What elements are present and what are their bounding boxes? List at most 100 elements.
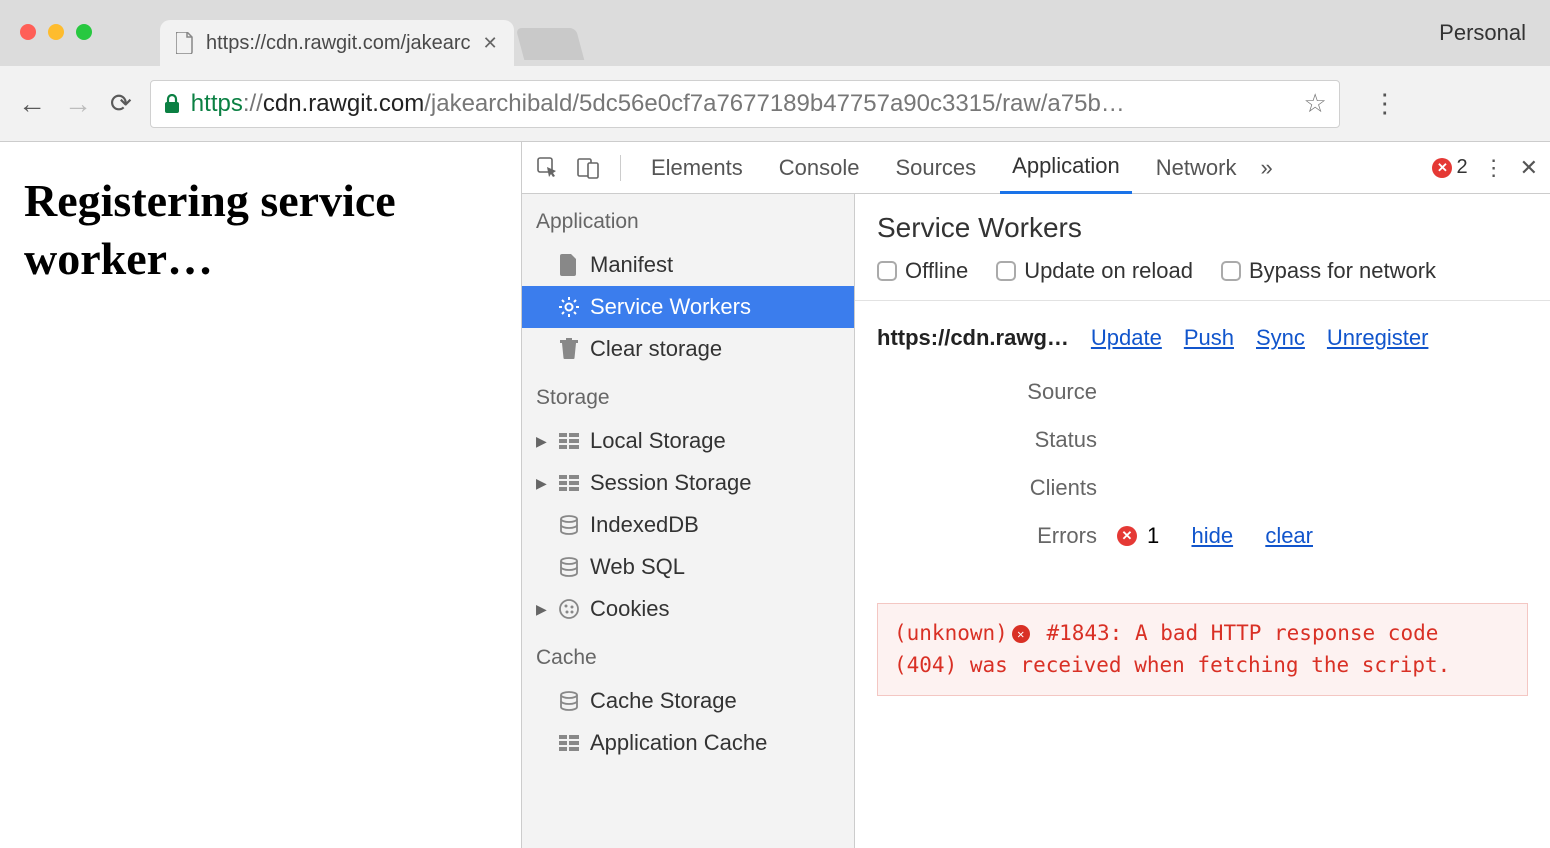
error-message-box: (unknown)✕ #1843: A bad HTTP response co… bbox=[877, 603, 1528, 696]
sidebar-item-label: Application Cache bbox=[590, 730, 767, 756]
devtools-tabbar: Elements Console Sources Application Net… bbox=[522, 142, 1550, 194]
bookmark-star-icon[interactable]: ☆ bbox=[1303, 88, 1326, 119]
lock-icon bbox=[163, 94, 181, 114]
database-icon bbox=[558, 690, 580, 712]
expand-triangle-icon[interactable]: ▶ bbox=[536, 433, 548, 450]
offline-checkbox[interactable]: Offline bbox=[877, 258, 968, 284]
forward-button[interactable]: → bbox=[64, 88, 92, 120]
bypass-for-network-checkbox[interactable]: Bypass for network bbox=[1221, 258, 1436, 284]
service-worker-properties: Source Status Clients Errors ✕ 1 hide cl… bbox=[957, 379, 1528, 549]
database-icon bbox=[558, 514, 580, 536]
error-indicator[interactable]: ✕ 2 bbox=[1432, 156, 1467, 179]
file-icon bbox=[558, 254, 580, 276]
sidebar-item-cache-storage[interactable]: Cache Storage bbox=[522, 680, 854, 722]
clear-errors-link[interactable]: clear bbox=[1265, 523, 1313, 549]
tab-close-icon[interactable]: ✕ bbox=[483, 33, 498, 54]
status-label: Status bbox=[957, 427, 1097, 453]
inspect-element-icon[interactable] bbox=[534, 154, 562, 182]
sidebar-item-label: Service Workers bbox=[590, 294, 751, 320]
trash-icon bbox=[558, 338, 580, 360]
browser-tabs: https://cdn.rawgit.com/jakearc ✕ bbox=[160, 0, 580, 66]
devtools-body: Application Manifest Service Workers Cle… bbox=[522, 194, 1550, 848]
source-label: Source bbox=[957, 379, 1097, 405]
error-source: (unknown) bbox=[894, 621, 1008, 645]
device-toolbar-icon[interactable] bbox=[574, 154, 602, 182]
sidebar-section-cache: Cache bbox=[522, 630, 854, 680]
sidebar-item-manifest[interactable]: Manifest bbox=[522, 244, 854, 286]
update-on-reload-checkbox[interactable]: Update on reload bbox=[996, 258, 1193, 284]
error-count: 1 bbox=[1147, 523, 1159, 549]
traffic-lights bbox=[20, 24, 92, 40]
sidebar-item-label: Cookies bbox=[590, 596, 669, 622]
sidebar-item-websql[interactable]: Web SQL bbox=[522, 546, 854, 588]
devtools-close-icon[interactable]: ✕ bbox=[1520, 155, 1538, 181]
profile-label[interactable]: Personal bbox=[1439, 20, 1526, 46]
close-window-button[interactable] bbox=[20, 24, 36, 40]
sidebar-item-local-storage[interactable]: ▶ Local Storage bbox=[522, 420, 854, 462]
sidebar-item-label: Cache Storage bbox=[590, 688, 737, 714]
window-titlebar: https://cdn.rawgit.com/jakearc ✕ Persona… bbox=[0, 0, 1550, 66]
sidebar-item-service-workers[interactable]: Service Workers bbox=[522, 286, 854, 328]
service-worker-origin: https://cdn.rawg… bbox=[877, 325, 1069, 351]
pane-title: Service Workers bbox=[855, 194, 1550, 258]
devtools-tab-network[interactable]: Network bbox=[1144, 142, 1249, 194]
separator bbox=[620, 155, 621, 181]
sidebar-item-application-cache[interactable]: Application Cache bbox=[522, 722, 854, 764]
database-icon bbox=[558, 556, 580, 578]
sidebar-item-session-storage[interactable]: ▶ Session Storage bbox=[522, 462, 854, 504]
page-viewport: Registering service worker… bbox=[0, 142, 521, 848]
devtools-tab-console[interactable]: Console bbox=[767, 142, 872, 194]
sidebar-item-label: Local Storage bbox=[590, 428, 726, 454]
maximize-window-button[interactable] bbox=[76, 24, 92, 40]
browser-tab[interactable]: https://cdn.rawgit.com/jakearc ✕ bbox=[160, 20, 514, 66]
sidebar-section-storage: Storage bbox=[522, 370, 854, 420]
devtools-tab-application[interactable]: Application bbox=[1000, 142, 1132, 194]
sync-link[interactable]: Sync bbox=[1256, 325, 1305, 351]
sidebar-item-label: Manifest bbox=[590, 252, 673, 278]
page-heading: Registering service worker… bbox=[24, 172, 497, 287]
sidebar-item-cookies[interactable]: ▶ Cookies bbox=[522, 588, 854, 630]
error-icon: ✕ bbox=[1117, 526, 1137, 546]
clients-label: Clients bbox=[957, 475, 1097, 501]
browser-menu-button[interactable]: ⋮ bbox=[1372, 88, 1398, 119]
reload-button[interactable]: ⟳ bbox=[110, 88, 132, 119]
sidebar-item-label: Clear storage bbox=[590, 336, 722, 362]
new-tab-button[interactable] bbox=[515, 28, 584, 60]
update-link[interactable]: Update bbox=[1091, 325, 1162, 351]
service-worker-actions-row: https://cdn.rawg… Update Push Sync Unreg… bbox=[877, 325, 1528, 351]
browser-toolbar: ← → ⟳ https://cdn.rawgit.com/jakearchiba… bbox=[0, 66, 1550, 142]
sidebar-item-label: IndexedDB bbox=[590, 512, 699, 538]
unregister-link[interactable]: Unregister bbox=[1327, 325, 1428, 351]
content-area: Registering service worker… Elements Con… bbox=[0, 142, 1550, 848]
sidebar-item-indexeddb[interactable]: IndexedDB bbox=[522, 504, 854, 546]
application-sidebar: Application Manifest Service Workers Cle… bbox=[522, 194, 855, 848]
expand-triangle-icon[interactable]: ▶ bbox=[536, 601, 548, 618]
errors-label: Errors bbox=[957, 523, 1097, 549]
devtools-settings-icon[interactable]: ⋮ bbox=[1480, 154, 1508, 182]
hide-errors-link[interactable]: hide bbox=[1191, 523, 1233, 549]
service-worker-detail: https://cdn.rawg… Update Push Sync Unreg… bbox=[855, 301, 1550, 585]
sidebar-section-application: Application bbox=[522, 194, 854, 244]
grid-icon bbox=[558, 472, 580, 494]
tab-title: https://cdn.rawgit.com/jakearc bbox=[206, 32, 471, 55]
sidebar-item-clear-storage[interactable]: Clear storage bbox=[522, 328, 854, 370]
back-button[interactable]: ← bbox=[18, 88, 46, 120]
expand-triangle-icon[interactable]: ▶ bbox=[536, 475, 548, 492]
service-workers-pane: Service Workers Offline Update on reload… bbox=[855, 194, 1550, 848]
more-tabs-icon[interactable]: » bbox=[1260, 155, 1272, 181]
grid-icon bbox=[558, 732, 580, 754]
minimize-window-button[interactable] bbox=[48, 24, 64, 40]
grid-icon bbox=[558, 430, 580, 452]
file-icon bbox=[176, 32, 194, 54]
devtools-tab-elements[interactable]: Elements bbox=[639, 142, 755, 194]
service-worker-options: Offline Update on reload Bypass for netw… bbox=[855, 258, 1550, 301]
url-text: https://cdn.rawgit.com/jakearchibald/5dc… bbox=[191, 90, 1125, 118]
address-bar[interactable]: https://cdn.rawgit.com/jakearchibald/5dc… bbox=[150, 80, 1340, 128]
devtools-tab-sources[interactable]: Sources bbox=[883, 142, 988, 194]
cookie-icon bbox=[558, 598, 580, 620]
push-link[interactable]: Push bbox=[1184, 325, 1234, 351]
error-icon: ✕ bbox=[1012, 625, 1030, 643]
errors-value: ✕ 1 hide clear bbox=[1117, 523, 1528, 549]
sidebar-item-label: Web SQL bbox=[590, 554, 685, 580]
error-icon: ✕ bbox=[1432, 158, 1452, 178]
